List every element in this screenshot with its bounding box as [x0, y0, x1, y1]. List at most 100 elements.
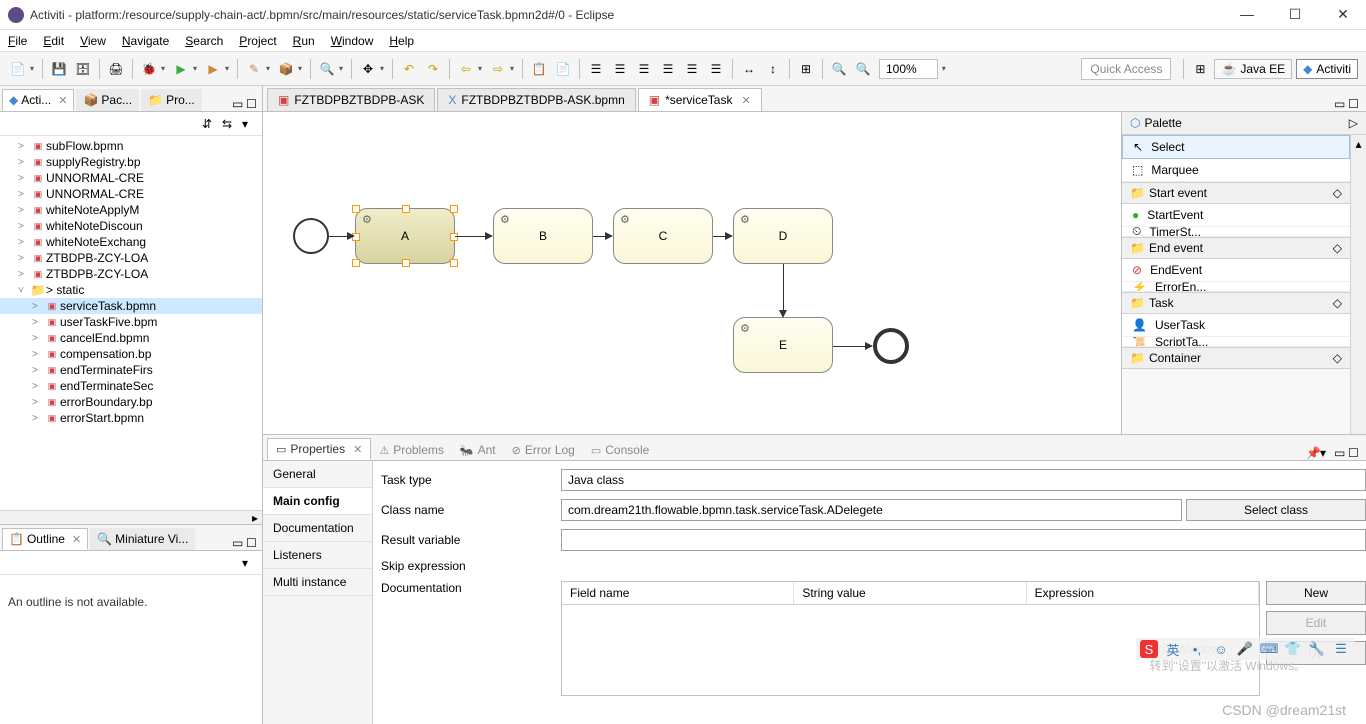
palette-timerstart[interactable]: ⏲TimerSt...: [1122, 227, 1350, 237]
props-tab-multiinstance[interactable]: Multi instance: [263, 569, 372, 596]
tab-package-explorer[interactable]: 📦Pac...: [76, 89, 139, 111]
ime-keyboard-icon[interactable]: ⌨: [1260, 640, 1278, 658]
menu-search[interactable]: Search: [185, 34, 223, 48]
tree-item[interactable]: >▣supplyRegistry.bp: [0, 154, 262, 170]
palette-marquee-tool[interactable]: ⬚Marquee: [1122, 159, 1350, 182]
tree-item[interactable]: >▣userTaskFive.bpm: [0, 314, 262, 330]
maximize-editor-icon[interactable]: ☐: [1348, 97, 1362, 111]
minimize-button[interactable]: —: [1232, 6, 1262, 23]
palette-usertask[interactable]: 👤UserTask: [1122, 314, 1350, 337]
match-width-icon[interactable]: ↔: [738, 58, 760, 80]
ime-lang-icon[interactable]: 英: [1164, 640, 1182, 658]
collapse-all-icon[interactable]: ⇵: [202, 117, 216, 131]
tree-item[interactable]: >▣whiteNoteExchang: [0, 234, 262, 250]
tab-properties[interactable]: ▭ Properties ✕: [267, 438, 371, 460]
redo-icon[interactable]: ↷: [422, 58, 444, 80]
props-tab-listeners[interactable]: Listeners: [263, 542, 372, 569]
tab-project-explorer[interactable]: 📁Pro...: [141, 89, 202, 111]
bpmn-task-c[interactable]: ⚙C: [613, 208, 713, 264]
tab-console[interactable]: ▭ Console: [583, 440, 657, 460]
editor-tab-0[interactable]: ▣FZTBDPBZTBDPB-ASK: [267, 88, 435, 111]
menu-edit[interactable]: Edit: [43, 34, 64, 48]
ime-toolbar[interactable]: S 英 •, ☺ 🎤 ⌨ 👕 🔧 ☰: [1136, 638, 1354, 660]
palette-scripttask[interactable]: 📜ScriptTa...: [1122, 337, 1350, 347]
zoom-out-icon[interactable]: 🔍: [828, 58, 850, 80]
tree-item[interactable]: >▣UNNORMAL-CRE: [0, 186, 262, 202]
button-edit[interactable]: Edit: [1266, 611, 1366, 635]
tree-item[interactable]: >▣UNNORMAL-CRE: [0, 170, 262, 186]
palette-endevent[interactable]: ⊘EndEvent: [1122, 259, 1350, 282]
tree-item[interactable]: >▣whiteNoteApplyM: [0, 202, 262, 218]
forward-icon[interactable]: ⇨: [487, 58, 509, 80]
new-server-icon[interactable]: ✎: [243, 58, 265, 80]
zoom-in-icon[interactable]: 🔍: [852, 58, 874, 80]
outline-menu-icon[interactable]: ▾: [242, 556, 256, 570]
tab-errorlog[interactable]: ⊘ Error Log: [504, 440, 583, 460]
tree-item[interactable]: >▣serviceTask.bpmn: [0, 298, 262, 314]
tree-item[interactable]: >▣endTerminateFirs: [0, 362, 262, 378]
ext-tools-icon[interactable]: ▶: [202, 58, 224, 80]
tree-item[interactable]: >▣whiteNoteDiscoun: [0, 218, 262, 234]
grid-icon[interactable]: ⊞: [795, 58, 817, 80]
print-icon[interactable]: 🖨: [105, 58, 127, 80]
menu-project[interactable]: Project: [239, 34, 276, 48]
undo-icon[interactable]: ↶: [398, 58, 420, 80]
new-pkg-icon[interactable]: 📦: [275, 58, 297, 80]
maximize-button[interactable]: ☐: [1280, 6, 1310, 23]
input-result-variable[interactable]: [561, 529, 1366, 551]
align-middle-icon[interactable]: ☰: [681, 58, 703, 80]
tab-problems[interactable]: ⚠ Problems: [371, 440, 452, 460]
menu-view[interactable]: View: [80, 34, 106, 48]
open-perspective-icon[interactable]: ⊞: [1189, 58, 1211, 80]
menu-file[interactable]: File: [8, 34, 27, 48]
save-icon[interactable]: 💾: [48, 58, 70, 80]
tree-item[interactable]: >▣subFlow.bpmn: [0, 138, 262, 154]
tree-item[interactable]: >▣errorBoundary.bp: [0, 394, 262, 410]
debug-icon[interactable]: 🐞: [138, 58, 160, 80]
menu-help[interactable]: Help: [389, 34, 414, 48]
bpmn-task-e[interactable]: ⚙E: [733, 317, 833, 373]
bpmn-end-event[interactable]: [873, 328, 909, 364]
tree-item[interactable]: ˅📁> static: [0, 282, 262, 298]
paste-icon[interactable]: 📄: [552, 58, 574, 80]
align-right-icon[interactable]: ☰: [633, 58, 655, 80]
project-tree[interactable]: >▣subFlow.bpmn>▣supplyRegistry.bp>▣UNNOR…: [0, 136, 262, 510]
ime-punct-icon[interactable]: •,: [1188, 640, 1206, 658]
palette-errorend[interactable]: ⚡ErrorEn...: [1122, 282, 1350, 292]
ime-menu-icon[interactable]: ☰: [1332, 640, 1350, 658]
palette-cat-start[interactable]: 📁Start event◇: [1122, 182, 1350, 204]
pin-icon[interactable]: 📌: [1306, 446, 1320, 460]
run-icon[interactable]: ▶: [170, 58, 192, 80]
select-task-type[interactable]: Java class: [561, 469, 1366, 491]
tree-item[interactable]: >▣endTerminateSec: [0, 378, 262, 394]
ime-voice-icon[interactable]: 🎤: [1236, 640, 1254, 658]
minimize-view-icon[interactable]: ▭: [232, 97, 246, 111]
tree-item[interactable]: >▣compensation.bp: [0, 346, 262, 362]
tab-miniature[interactable]: 🔍Miniature Vi...: [90, 528, 195, 550]
maximize-outline-icon[interactable]: ☐: [246, 536, 260, 550]
bpmn-canvas[interactable]: ⚙ A ⚙B ⚙C ⚙D ⚙E: [263, 112, 1121, 434]
maximize-view-icon[interactable]: ☐: [246, 97, 260, 111]
props-tab-mainconfig[interactable]: Main config: [263, 488, 372, 515]
ime-skin-icon[interactable]: 👕: [1284, 640, 1302, 658]
editor-tab-2[interactable]: ▣*serviceTask✕: [638, 88, 762, 111]
bpmn-start-event[interactable]: [293, 218, 329, 254]
palette-cat-task[interactable]: 📁Task◇: [1122, 292, 1350, 314]
button-new[interactable]: New: [1266, 581, 1366, 605]
button-select-class[interactable]: Select class: [1186, 499, 1366, 521]
maximize-props-icon[interactable]: ☐: [1348, 446, 1362, 460]
close-button[interactable]: ✕: [1328, 6, 1358, 23]
minimize-props-icon[interactable]: ▭: [1334, 446, 1348, 460]
ime-emoji-icon[interactable]: ☺: [1212, 640, 1230, 658]
tree-item[interactable]: >▣ZTBDPB-ZCY-LOA: [0, 266, 262, 282]
link-editor-icon[interactable]: ⇆: [222, 117, 236, 131]
props-tab-general[interactable]: General: [263, 461, 372, 488]
search-icon[interactable]: 🔍: [316, 58, 338, 80]
bpmn-task-b[interactable]: ⚙B: [493, 208, 593, 264]
palette-cat-container[interactable]: 📁Container◇: [1122, 347, 1350, 369]
tree-item[interactable]: >▣cancelEnd.bpmn: [0, 330, 262, 346]
sogou-icon[interactable]: S: [1140, 640, 1158, 658]
align-top-icon[interactable]: ☰: [657, 58, 679, 80]
quick-access-input[interactable]: Quick Access: [1081, 58, 1171, 80]
copy-icon[interactable]: 📋: [528, 58, 550, 80]
